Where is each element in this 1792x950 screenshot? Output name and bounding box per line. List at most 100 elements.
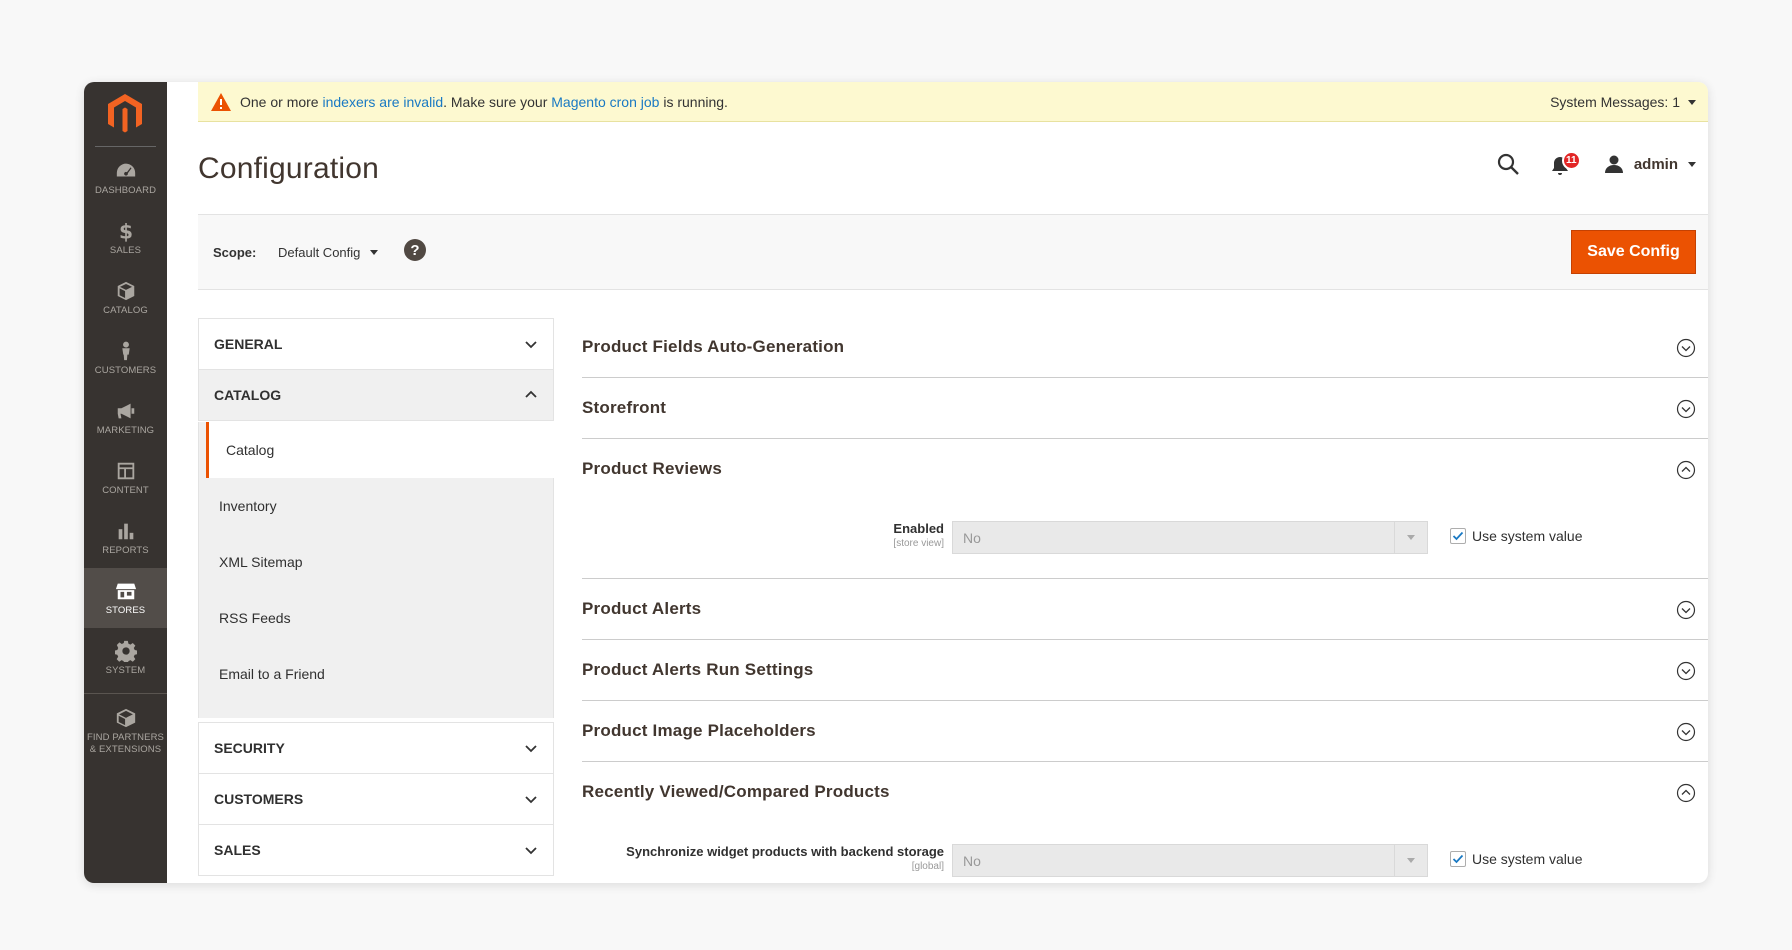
- gear-icon: [114, 640, 137, 662]
- dollar-icon: $: [118, 220, 132, 242]
- field-label: Synchronize widget products with backend…: [626, 844, 944, 872]
- section-title: Product Alerts Run Settings: [582, 660, 814, 679]
- sync-widget-select[interactable]: No: [952, 844, 1428, 877]
- tab-sales[interactable]: SALES: [198, 824, 554, 876]
- menu-item-catalog[interactable]: CATALOG: [84, 268, 167, 328]
- enabled-select[interactable]: No: [952, 521, 1428, 554]
- notification-count-badge: 11: [1561, 151, 1581, 170]
- section-title: Product Reviews: [582, 459, 722, 478]
- tab-security[interactable]: SECURITY: [198, 722, 554, 774]
- tab-label: CUSTOMERS: [214, 791, 304, 807]
- chevron-down-icon: [525, 341, 537, 349]
- chevron-up-icon: [525, 390, 537, 398]
- nav-item-catalog[interactable]: Catalog: [206, 422, 555, 478]
- scope-bar: Scope: Default Config ? Save Config: [198, 214, 1708, 290]
- expand-icon[interactable]: [1676, 722, 1696, 742]
- scope-value: Default Config: [278, 245, 361, 260]
- nav-item-rss-feeds[interactable]: RSS Feeds: [199, 590, 555, 646]
- menu-item-content[interactable]: CONTENT: [84, 448, 167, 508]
- checkbox[interactable]: [1450, 851, 1466, 867]
- menu-item-customers[interactable]: CUSTOMERS: [84, 328, 167, 388]
- menu-label: CONTENT: [102, 485, 149, 496]
- system-message-bar: One or more indexers are invalid. Make s…: [198, 82, 1708, 122]
- expand-icon[interactable]: [1676, 338, 1696, 358]
- config-tabs: GENERAL CATALOG Catalog Inventory XML Si…: [198, 318, 555, 883]
- section-storefront[interactable]: Storefront: [582, 378, 1708, 439]
- tab-catalog[interactable]: CATALOG: [198, 369, 554, 421]
- page-title: Configuration: [198, 152, 380, 185]
- section-product-fields-auto-generation[interactable]: Product Fields Auto-Generation: [582, 318, 1708, 378]
- section-product-alerts-run-settings[interactable]: Product Alerts Run Settings: [582, 640, 1708, 701]
- search-icon[interactable]: [1496, 152, 1520, 176]
- expand-icon[interactable]: [1676, 399, 1696, 419]
- nav-item-email-to-a-friend[interactable]: Email to a Friend: [199, 646, 555, 702]
- tab-label: SALES: [214, 842, 261, 858]
- menu-item-marketing[interactable]: MARKETING: [84, 388, 167, 448]
- chevron-down-icon: [1394, 522, 1427, 553]
- section-title: Product Fields Auto-Generation: [582, 337, 845, 356]
- section-title: Recently Viewed/Compared Products: [582, 782, 890, 801]
- menu-label: MARKETING: [96, 425, 155, 436]
- menu-item-sales[interactable]: $ SALES: [84, 208, 167, 268]
- section-product-reviews[interactable]: Product Reviews Enabled [store view] No …: [582, 439, 1708, 579]
- menu-label: DASHBOARD: [94, 185, 157, 196]
- nav-item-xml-sitemap[interactable]: XML Sitemap: [199, 534, 555, 590]
- collapse-icon[interactable]: [1676, 783, 1696, 803]
- section-title: Storefront: [582, 398, 667, 417]
- checkbox[interactable]: [1450, 528, 1466, 544]
- menu-item-reports[interactable]: REPORTS: [84, 508, 167, 568]
- cube-icon: [117, 281, 134, 301]
- tab-general[interactable]: GENERAL: [198, 318, 554, 370]
- admin-window: DASHBOARD $ SALES CATALOG CUSTOMERS MARK…: [84, 82, 1708, 883]
- tab-label: SECURITY: [214, 740, 285, 756]
- field-label: Enabled [store view]: [893, 521, 944, 549]
- svg-text:$: $: [118, 220, 132, 242]
- save-config-button[interactable]: Save Config: [1571, 230, 1696, 274]
- tab-customers[interactable]: CUSTOMERS: [198, 773, 554, 825]
- menu-item-dashboard[interactable]: DASHBOARD: [84, 148, 167, 208]
- magento-logo-icon[interactable]: [105, 92, 145, 134]
- expand-icon[interactable]: [1676, 600, 1696, 620]
- expand-icon[interactable]: [1676, 661, 1696, 681]
- nav-item-inventory[interactable]: Inventory: [199, 478, 555, 534]
- menu-item-find-partners[interactable]: FIND PARTNERS & EXTENSIONS: [84, 695, 167, 765]
- admin-user-menu[interactable]: admin: [1634, 156, 1678, 173]
- section-product-image-placeholders[interactable]: Product Image Placeholders: [582, 701, 1708, 762]
- notifications-button[interactable]: 11: [1550, 151, 1581, 176]
- chevron-down-icon: [1394, 845, 1427, 876]
- menu-label: FIND PARTNERS & EXTENSIONS: [87, 732, 164, 755]
- section-title: Product Image Placeholders: [582, 721, 816, 740]
- header-actions: 11 admin: [1496, 151, 1696, 176]
- use-system-value-checkbox[interactable]: Use system value: [1450, 528, 1582, 544]
- box-icon: [116, 708, 135, 728]
- person-icon: [121, 341, 130, 361]
- config-sections: Product Fields Auto-Generation Storefron…: [582, 318, 1708, 883]
- system-messages-count: System Messages: 1: [1550, 94, 1680, 110]
- check-icon: [1452, 531, 1464, 541]
- field-row-enabled: Enabled [store view] No Use system value: [582, 521, 1708, 561]
- scope-switcher[interactable]: Default Config: [278, 245, 379, 260]
- bar-chart-icon: [118, 523, 133, 540]
- admin-sidebar: DASHBOARD $ SALES CATALOG CUSTOMERS MARK…: [84, 82, 167, 883]
- help-icon[interactable]: ?: [404, 239, 426, 261]
- system-message-text: One or more indexers are invalid. Make s…: [240, 93, 728, 110]
- warning-icon: [211, 92, 231, 111]
- menu-label: CATALOG: [103, 305, 148, 316]
- system-messages-dropdown[interactable]: System Messages: 1: [1550, 94, 1696, 110]
- indexers-link[interactable]: indexers are invalid: [322, 94, 443, 110]
- menu-item-system[interactable]: SYSTEM: [84, 628, 167, 688]
- logo-divider: [95, 146, 156, 147]
- chevron-down-icon: [1688, 99, 1696, 105]
- dashboard-icon: [116, 163, 135, 177]
- menu-item-stores[interactable]: STORES: [84, 568, 167, 628]
- menu-label: SALES: [109, 245, 142, 256]
- chevron-down-icon[interactable]: [1688, 161, 1696, 167]
- use-system-value-checkbox[interactable]: Use system value: [1450, 851, 1582, 867]
- layout-icon: [117, 462, 134, 480]
- cron-job-link[interactable]: Magento cron job: [551, 94, 659, 110]
- section-product-alerts[interactable]: Product Alerts: [582, 579, 1708, 640]
- section-recently-viewed-compared-products[interactable]: Recently Viewed/Compared Products Synchr…: [582, 762, 1708, 883]
- tab-label: CATALOG: [214, 387, 282, 403]
- collapse-icon[interactable]: [1676, 460, 1696, 480]
- user-icon[interactable]: [1604, 154, 1624, 174]
